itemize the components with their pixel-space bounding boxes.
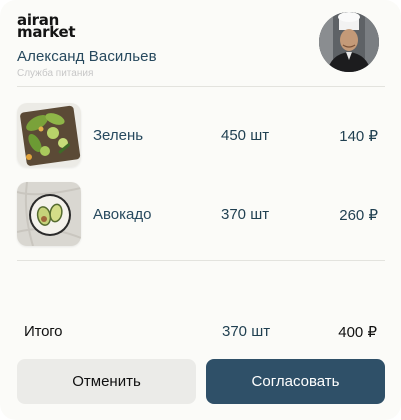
divider-top — [17, 86, 385, 87]
user-role: Служба питания — [17, 68, 94, 79]
avocado-photo-icon — [17, 182, 81, 246]
item-thumbnail — [17, 103, 81, 167]
avatar — [319, 12, 379, 72]
cancel-button[interactable]: Отменить — [17, 359, 196, 404]
item-name: Авокадо — [93, 206, 152, 223]
item-quantity: 370 шт — [221, 206, 270, 223]
total-label: Итого — [24, 323, 63, 340]
order-card: airan market Александ Васильев Служба пи… — [0, 0, 401, 420]
brand-logo: airan market — [17, 13, 87, 41]
chef-avatar-icon — [319, 12, 379, 72]
list-item[interactable]: Зелень 450 шт 140 ₽ — [17, 103, 385, 167]
item-price: 140 ₽ — [339, 128, 378, 145]
approve-button[interactable]: Согласовать — [206, 359, 385, 404]
brand-logo-line2: market — [17, 23, 76, 41]
divider-bottom — [17, 260, 385, 261]
total-price: 400 ₽ — [338, 324, 377, 341]
item-thumbnail — [17, 182, 81, 246]
list-item[interactable]: Авокадо 370 шт 260 ₽ — [17, 182, 385, 246]
item-name: Зелень — [93, 127, 144, 144]
total-quantity: 370 шт — [222, 323, 271, 340]
item-quantity: 450 шт — [221, 127, 270, 144]
user-name: Александ Васильев — [17, 48, 157, 65]
item-price: 260 ₽ — [339, 207, 378, 224]
greens-photo-icon — [17, 103, 81, 167]
